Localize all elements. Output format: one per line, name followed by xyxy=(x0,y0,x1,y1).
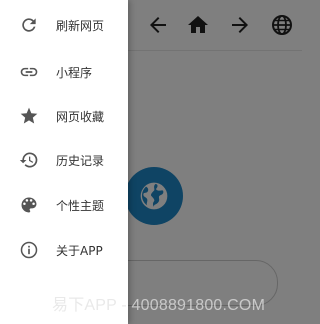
menu-item-theme[interactable]: 个性主题 xyxy=(0,183,128,227)
menu-item-label: 关于APP xyxy=(56,243,103,258)
menu-item-label: 个性主题 xyxy=(56,198,105,213)
navigation-drawer: 刷新网页 小程序 网页收藏 历史记录 个性主题 关于APP xyxy=(0,0,128,324)
menu-item-label: 小程序 xyxy=(56,65,93,80)
star-icon xyxy=(19,106,39,126)
history-icon xyxy=(19,150,39,170)
menu-item-about[interactable]: 关于APP xyxy=(0,228,128,272)
menu-item-label: 网页收藏 xyxy=(56,109,105,124)
menu-item-mini-program[interactable]: 小程序 xyxy=(0,50,128,94)
watermark-text: 易下APP - 4008891800.COM xyxy=(52,297,266,314)
menu-item-refresh[interactable]: 刷新网页 xyxy=(0,3,128,47)
info-icon xyxy=(19,240,39,260)
refresh-icon xyxy=(19,15,39,35)
link-icon xyxy=(19,62,39,82)
palette-icon xyxy=(19,195,39,215)
menu-item-bookmarks[interactable]: 网页收藏 xyxy=(0,94,128,138)
menu-item-label: 历史记录 xyxy=(56,153,105,168)
menu-item-history[interactable]: 历史记录 xyxy=(0,138,128,182)
menu-item-label: 刷新网页 xyxy=(56,18,105,33)
